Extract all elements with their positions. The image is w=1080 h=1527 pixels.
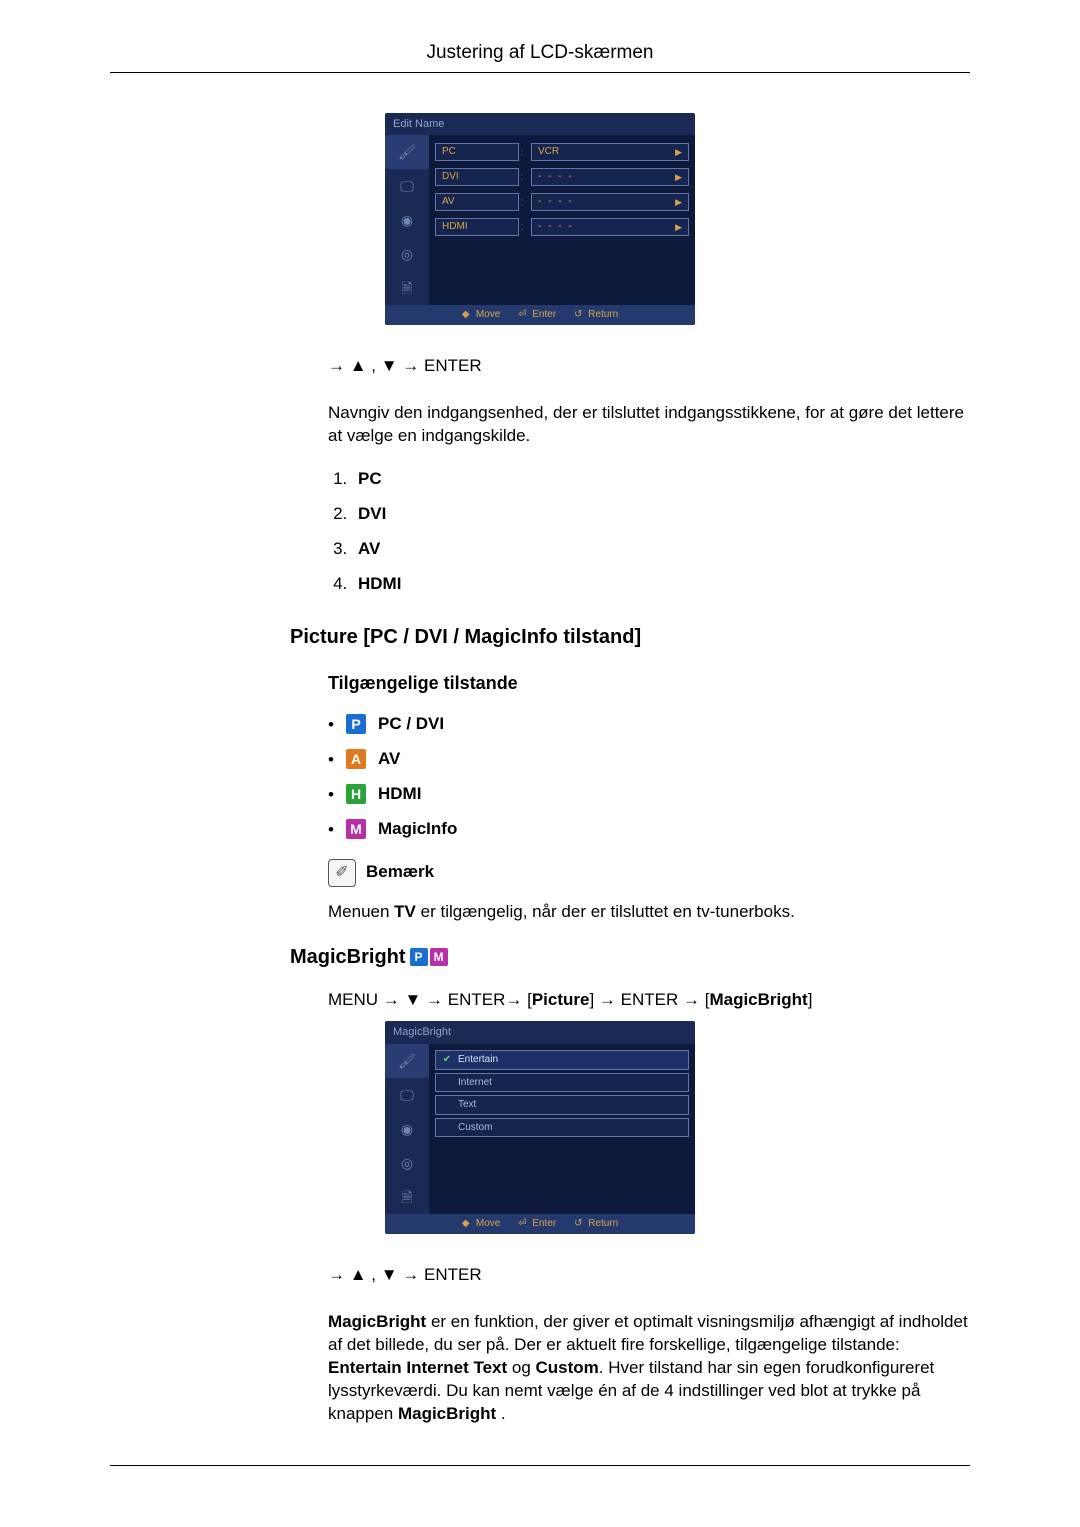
osd-sidebar — [385, 1044, 429, 1214]
osd-edit-name: Edit Name PC : VCR▶ — [385, 113, 695, 325]
doc-icon — [401, 279, 412, 298]
nav-instruction: → ▲ , ▼ → ENTER — [328, 1264, 970, 1287]
enter-icon: ⏎ — [518, 308, 528, 322]
divider-top — [110, 72, 970, 73]
paragraph: Navngiv den indgangsenhed, der er tilslu… — [328, 402, 970, 448]
badge-m-icon: M — [430, 948, 448, 966]
screen-icon — [400, 177, 414, 196]
badge-a-icon: A — [346, 749, 366, 769]
badge-p-icon: P — [410, 948, 428, 966]
osd-footer: ◆Move ⏎Enter ↺Return — [385, 305, 695, 325]
sidebar-icon-picture — [385, 1044, 429, 1078]
return-icon: ↺ — [574, 1217, 584, 1231]
chevron-right-icon: ▶ — [671, 220, 682, 234]
osd-row: HDMI : - - - -▶ — [435, 216, 689, 238]
badge-p-icon: P — [346, 714, 366, 734]
chevron-right-icon: ▶ — [671, 170, 682, 184]
sub-heading-modes: Tilgængelige tilstande — [328, 671, 970, 695]
osd-main: PC : VCR▶ DVI : - - - -▶ AV : - - - — [429, 135, 695, 305]
osd-row-label: DVI — [435, 168, 519, 186]
list-item: AV — [352, 538, 970, 561]
badge-m-icon: M — [346, 819, 366, 839]
brush-icon — [398, 1052, 416, 1071]
enter-icon: ⏎ — [518, 1217, 528, 1231]
osd-title: MagicBright — [385, 1021, 695, 1044]
sidebar-icon-screen — [385, 1078, 429, 1112]
return-icon: ↺ — [574, 308, 584, 322]
note-heading: ✐ Bemærk — [328, 859, 970, 887]
nav-instruction: → ▲ , ▼ → ENTER — [328, 355, 970, 378]
osd-row-label: PC — [435, 143, 519, 161]
osd-magicbright: MagicBright ✔Entertain Internet Text Cus… — [385, 1021, 695, 1233]
osd-row-value: VCR▶ — [531, 143, 689, 161]
sidebar-icon-picture — [385, 135, 429, 169]
osd-option: Custom — [435, 1118, 689, 1138]
move-icon: ◆ — [462, 308, 472, 322]
mode-item: •PPC / DVI — [328, 713, 970, 736]
mode-list: •PPC / DVI •AAV •HHDMI •MMagicInfo — [328, 713, 970, 841]
sidebar-icon-option2 — [385, 1146, 429, 1180]
circle2-icon — [401, 245, 413, 264]
badge-h-icon: H — [346, 784, 366, 804]
chevron-right-icon: ▶ — [671, 195, 682, 209]
osd-main: ✔Entertain Internet Text Custom — [429, 1044, 695, 1214]
osd-sidebar — [385, 135, 429, 305]
note-text: Menuen TV er tilgængelig, når der er til… — [328, 901, 970, 924]
sidebar-icon-option2 — [385, 237, 429, 271]
circle2-icon — [401, 1154, 413, 1173]
sidebar-icon-screen — [385, 169, 429, 203]
screen-icon — [400, 1086, 414, 1105]
mode-item: •MMagicInfo — [328, 818, 970, 841]
list-item: DVI — [352, 503, 970, 526]
divider-bottom — [110, 1465, 970, 1466]
list-item: HDMI — [352, 573, 970, 596]
list-item: PC — [352, 468, 970, 491]
section-heading-magicbright: MagicBright P M — [290, 944, 970, 971]
mode-item: •HHDMI — [328, 783, 970, 806]
paragraph-magicbright: MagicBright er en funktion, der giver et… — [328, 1311, 970, 1426]
chevron-right-icon: ▶ — [671, 145, 682, 159]
doc-icon — [401, 1188, 412, 1207]
sidebar-icon-option1 — [385, 203, 429, 237]
sidebar-icon-doc — [385, 1180, 429, 1214]
osd-row-label: HDMI — [435, 218, 519, 236]
osd-title: Edit Name — [385, 113, 695, 136]
osd-row: PC : VCR▶ — [435, 141, 689, 163]
mode-item: •AAV — [328, 748, 970, 771]
osd-row-value: - - - -▶ — [531, 193, 689, 211]
osd-option: Internet — [435, 1073, 689, 1093]
osd-footer: ◆Move ⏎Enter ↺Return — [385, 1214, 695, 1234]
section-heading-picture: Picture [PC / DVI / MagicInfo tilstand] — [290, 624, 970, 651]
osd-row: DVI : - - - -▶ — [435, 166, 689, 188]
osd-option: Text — [435, 1095, 689, 1115]
osd-row-value: - - - -▶ — [531, 168, 689, 186]
brush-icon — [398, 143, 416, 162]
note-icon: ✐ — [328, 859, 356, 887]
osd-option-selected: ✔Entertain — [435, 1050, 689, 1070]
circle-icon — [401, 211, 413, 230]
circle-icon — [401, 1120, 413, 1139]
sidebar-icon-doc — [385, 271, 429, 305]
osd-row-value: - - - -▶ — [531, 218, 689, 236]
menu-path: MENU → ▼ → ENTER→ [Picture] → ENTER → [M… — [328, 989, 970, 1012]
page-title: Justering af LCD-skærmen — [0, 40, 1080, 66]
osd-row: AV : - - - -▶ — [435, 191, 689, 213]
input-list: PC DVI AV HDMI — [328, 468, 970, 596]
move-icon: ◆ — [462, 1217, 472, 1231]
sidebar-icon-option1 — [385, 1112, 429, 1146]
osd-row-label: AV — [435, 193, 519, 211]
check-icon: ✔ — [442, 1053, 452, 1067]
